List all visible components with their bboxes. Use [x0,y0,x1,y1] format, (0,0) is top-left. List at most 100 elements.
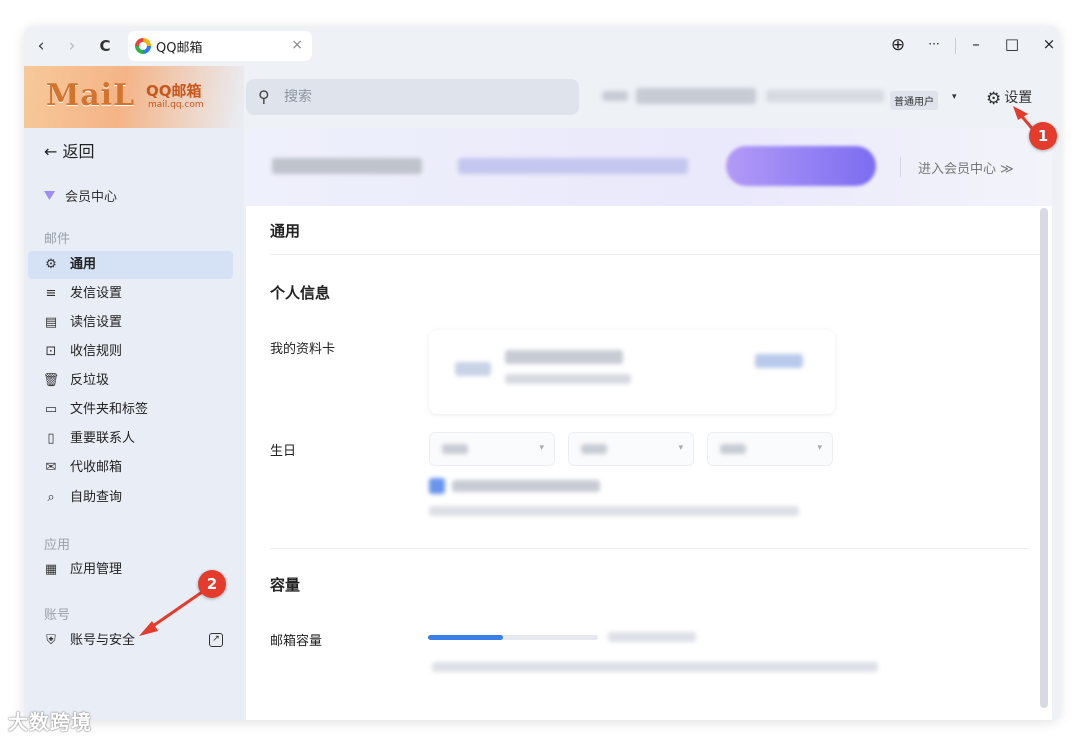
trash-icon: 🗑 [42,373,60,388]
search-box[interactable]: ⚲ [246,79,579,115]
sidebar-item-account-security[interactable]: ⛨ 账号与安全 ↗ [28,627,233,655]
annotation-badge-1: 1 [1029,122,1057,150]
settings-content-panel: 进入会员中心 ≫ 通用 个人信息 我的资料卡 生日 ▾ ▾ ▾ 容量 邮箱容量 [246,128,1052,720]
reload-icon[interactable]: C [94,35,116,57]
mail-logo: MaiL [46,78,136,113]
toolbar-divider [955,38,956,54]
redacted-capacity-note [432,662,878,672]
sidebar-item-label: 收信规则 [70,344,123,359]
user-type-badge: 普通用户 [890,91,938,110]
grid-icon: ▦ [44,562,58,577]
send-settings-icon: ≡ [45,286,57,301]
qq-mail-brand: QQ邮箱 [146,82,202,100]
section-apps: 应用 [44,538,71,553]
sidebar-item-folders-tags[interactable]: ▭ 文件夹和标签 [28,396,233,424]
capacity-heading: 容量 [270,576,301,594]
capacity-progress-fill [428,635,503,640]
redacted-month [581,444,607,454]
mail-icon: ✉ [45,460,57,475]
sidebar-item-anti-spam[interactable]: 🗑 反垃圾 [28,367,233,395]
settings-button[interactable]: ⚙ 设置 [986,87,1032,109]
redacted-email [766,90,884,102]
back-button[interactable]: ← 返回 [44,138,95,162]
query-icon: ⌕ [47,490,55,505]
sidebar-item-label: 文件夹和标签 [70,402,149,417]
close-window-icon[interactable]: × [1038,35,1060,53]
section-mail: 邮件 [44,232,71,247]
birthday-day-select[interactable]: ▾ [707,432,833,466]
user-menu-caret-icon[interactable]: ▾ [952,92,957,102]
sidebar-item-important-contacts[interactable]: ▯ 重要联系人 [28,425,233,453]
redacted-edit-link[interactable] [755,354,803,368]
sidebar-item-inbox-rules[interactable]: ⊡ 收信规则 [28,338,233,366]
sidebar-item-label: 发信设置 [70,286,123,301]
section-divider [270,548,1030,549]
qq-mail-favicon-icon [135,38,151,54]
redacted-vip-text [272,158,422,174]
birthday-month-select[interactable]: ▾ [568,432,694,466]
watermark: 大数跨境 [8,710,92,734]
checkbox[interactable] [429,478,445,494]
sidebar-item-label: 反垃圾 [70,373,110,388]
sidebar-item-label: 代收邮箱 [70,460,123,475]
redacted-year [442,444,468,454]
member-center-link[interactable]: 会员中心 [44,186,117,205]
search-icon: ⚲ [258,87,270,106]
profile-card-label: 我的资料卡 [270,342,336,357]
sidebar-item-label: 重要联系人 [70,431,136,446]
search-input[interactable] [284,85,564,109]
redacted-username [636,88,756,104]
diamond-icon [44,191,55,200]
content-scrollbar[interactable] [1040,208,1048,708]
sidebar-item-general[interactable]: ⚙ 通用 [28,251,233,279]
vip-divider [900,157,901,177]
member-center-label: 会员中心 [65,190,118,205]
redacted-avatar [455,362,491,376]
redacted-vip-offer [458,158,688,174]
gear-icon: ⚙ [986,89,1002,109]
sidebar-item-send-settings[interactable]: ≡ 发信设置 [28,280,233,308]
vip-upgrade-button[interactable] [726,146,876,186]
sidebar-item-label: 读信设置 [70,315,123,330]
shield-icon: ⛨ [46,633,56,648]
sidebar-item-proxy-mailbox[interactable]: ✉ 代收邮箱 [28,454,233,482]
page-title: 通用 [270,222,301,240]
vip-banner: 进入会员中心 ≫ [246,128,1052,206]
sidebar-item-label: 自助查询 [70,490,123,505]
gear-icon: ⚙ [45,257,57,272]
sidebar-item-label: 应用管理 [70,562,123,577]
sidebar-item-self-query[interactable]: ⌕ 自助查询 [28,484,233,512]
redacted-birthday-option [452,480,600,492]
chevron-down-icon: ▾ [817,443,822,453]
chevron-down-icon: ▾ [678,443,683,453]
globe-icon[interactable]: ⊕ [887,35,909,55]
settings-sidebar: MaiL QQ邮箱 mail.qq.com ← 返回 会员中心 邮件 ⚙ 通用 ≡… [24,66,244,720]
external-link-icon[interactable]: ↗ [209,633,223,647]
maximize-icon[interactable]: □ [1001,35,1023,53]
tab-close-icon[interactable]: × [291,37,303,53]
redacted-capacity-value [608,632,696,642]
browser-window: ‹ › C QQ邮箱 × ⊕ ··· – □ × MaiL QQ邮箱 mail.… [24,26,1060,720]
folder-icon: ▭ [44,402,58,417]
capacity-progress-bar [428,635,598,640]
section-account: 账号 [44,608,71,623]
browser-tab[interactable]: QQ邮箱 × [128,31,312,61]
birthday-label: 生日 [270,444,297,459]
chevron-down-icon: ▾ [539,443,544,453]
sidebar-item-read-settings[interactable]: ▤ 读信设置 [28,309,233,337]
birthday-year-select[interactable]: ▾ [429,432,555,466]
bookmark-icon: ▯ [47,431,55,446]
more-icon[interactable]: ··· [923,37,945,51]
redacted-day [720,444,746,454]
sidebar-item-label: 通用 [70,257,97,272]
minimize-icon[interactable]: – [965,35,987,53]
redacted-address [505,374,631,384]
forward-icon[interactable]: › [61,35,83,57]
browser-toolbar: ‹ › C QQ邮箱 × ⊕ ··· – □ × [24,26,1060,66]
mail-url: mail.qq.com [148,100,204,110]
vip-center-link[interactable]: 进入会员中心 ≫ [918,158,1014,177]
redacted-avatar [602,91,628,101]
profile-card[interactable] [429,330,835,414]
back-icon[interactable]: ‹ [30,35,52,57]
annotation-badge-2: 2 [198,570,226,598]
